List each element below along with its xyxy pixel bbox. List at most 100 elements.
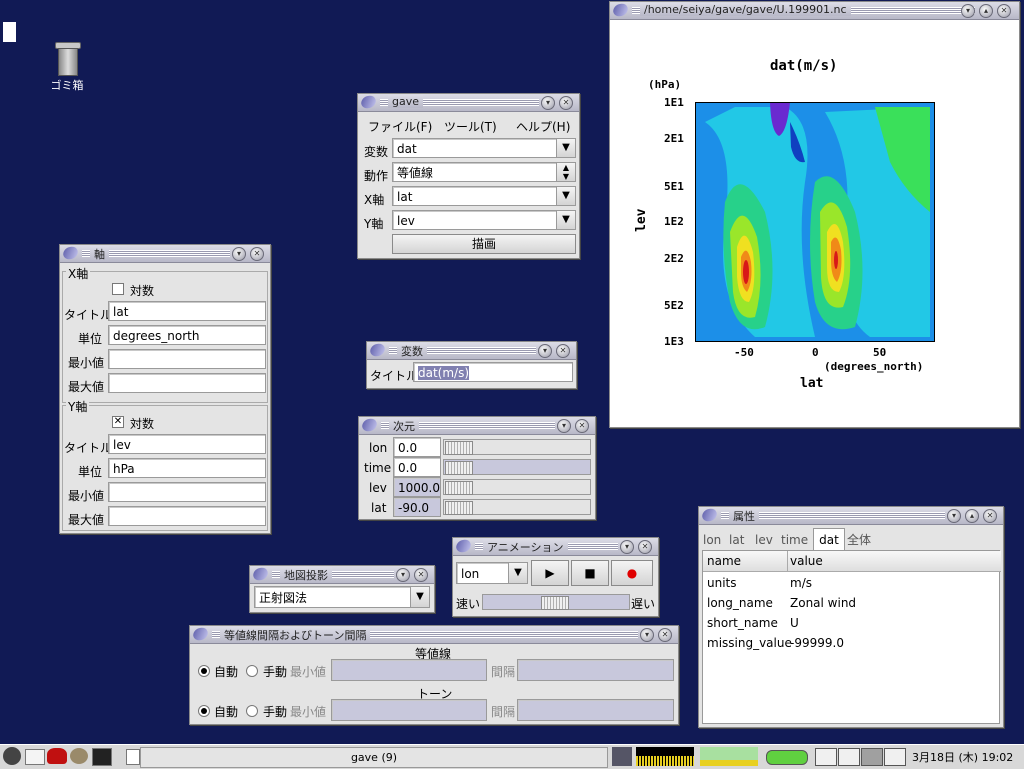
minimize-icon[interactable]: ▾ [620, 540, 634, 554]
monitor-icon[interactable] [612, 747, 632, 766]
draw-button[interactable]: 描画 [392, 234, 576, 254]
variable-titlebar[interactable]: 変数 ▾ ✕ [367, 341, 576, 360]
dimension-titlebar[interactable]: 次元 ▾ ✕ [359, 416, 595, 435]
dim-lon-slider[interactable] [443, 439, 591, 455]
tab-time[interactable]: time [781, 531, 811, 549]
tone-manual-radio[interactable] [246, 705, 258, 717]
workspace-switcher[interactable] [815, 748, 906, 766]
x-title-input[interactable]: lat [108, 301, 266, 321]
dim-lon-input[interactable]: 0.0 [393, 437, 441, 457]
x-axis-select[interactable]: lat ▼ [392, 186, 576, 206]
y-log-checkbox[interactable]: ✕ [112, 416, 124, 428]
y-min-input[interactable] [108, 482, 266, 502]
x-min-input[interactable] [108, 349, 266, 369]
play-button[interactable]: ▶ [531, 560, 569, 586]
chevron-down-icon[interactable]: ▼ [556, 139, 575, 157]
table-row-value[interactable]: U [790, 616, 799, 630]
close-icon[interactable]: ✕ [250, 247, 264, 261]
chevron-down-icon[interactable]: ▼ [556, 187, 575, 205]
close-icon[interactable]: ✕ [414, 568, 428, 582]
tab-lat[interactable]: lat [729, 531, 751, 549]
mail-icon[interactable] [25, 749, 45, 765]
tab-dat[interactable]: dat [813, 528, 845, 551]
chevron-down-icon[interactable]: ▼ [508, 563, 527, 583]
minimize-icon[interactable]: ▾ [557, 419, 571, 433]
minimize-icon[interactable]: ▾ [232, 247, 246, 261]
chevron-down-icon[interactable]: ▼ [410, 587, 429, 607]
dim-time-slider[interactable] [443, 459, 591, 475]
tab-all[interactable]: 全体 [847, 531, 877, 549]
menu-tools[interactable]: ツール(T) [444, 118, 497, 135]
map-titlebar[interactable]: 地図投影 ▾ ✕ [250, 565, 434, 584]
animation-titlebar[interactable]: アニメーション ▾ ✕ [453, 537, 658, 556]
dim-time-input[interactable]: 0.0 [393, 457, 441, 477]
task-button-gave[interactable]: gave (9) [140, 747, 608, 768]
header-name[interactable]: name [703, 551, 788, 572]
projection-select[interactable]: 正射図法 ▼ [254, 586, 430, 608]
slider-thumb[interactable] [445, 441, 473, 455]
variable-title-input[interactable]: dat(m/s) [413, 362, 573, 382]
window-menu-icon[interactable] [191, 625, 210, 643]
contour-manual-radio[interactable] [246, 665, 258, 677]
minimize-icon[interactable]: ▾ [541, 96, 555, 110]
speed-slider[interactable] [482, 594, 630, 610]
window-menu-icon[interactable] [368, 341, 387, 359]
gnome-foot-icon[interactable] [3, 747, 21, 765]
close-icon[interactable]: ✕ [575, 419, 589, 433]
table-row-value[interactable]: Zonal wind [790, 596, 856, 610]
y-unit-input[interactable]: hPa [108, 458, 266, 478]
close-icon[interactable]: ✕ [658, 628, 672, 642]
y-axis-select[interactable]: lev ▼ [392, 210, 576, 230]
y-max-input[interactable] [108, 506, 266, 526]
updown-icon[interactable]: ▲ ▼ [556, 163, 575, 181]
minimize-icon[interactable]: ▾ [947, 509, 961, 523]
maximize-icon[interactable]: ▴ [965, 509, 979, 523]
record-button[interactable]: ● [611, 560, 653, 586]
redhat-icon[interactable] [47, 748, 67, 764]
interval-titlebar[interactable]: 等値線間隔およびトーン間隔 ▾ ✕ [190, 625, 678, 644]
action-select[interactable]: 等値線 ▲ ▼ [392, 162, 576, 182]
stop-button[interactable]: ■ [571, 560, 609, 586]
minimize-icon[interactable]: ▾ [640, 628, 654, 642]
close-icon[interactable]: ✕ [559, 96, 573, 110]
maximize-icon[interactable]: ▴ [979, 4, 993, 18]
minimize-icon[interactable]: ▾ [961, 4, 975, 18]
window-menu-icon[interactable] [61, 244, 80, 262]
y-title-input[interactable]: lev [108, 434, 266, 454]
header-value[interactable]: value [788, 551, 1001, 572]
menu-help[interactable]: ヘルプ(H) [516, 118, 570, 135]
tone-auto-radio[interactable] [198, 705, 210, 717]
chevron-down-icon[interactable]: ▼ [556, 211, 575, 229]
x-unit-input[interactable]: degrees_north [108, 325, 266, 345]
terminal-icon[interactable] [92, 748, 112, 766]
slider-thumb[interactable] [541, 596, 569, 610]
attributes-titlebar[interactable]: 属性 ▾ ▴ ✕ [699, 506, 1003, 525]
tab-lon[interactable]: lon [703, 531, 727, 549]
minimize-icon[interactable]: ▾ [396, 568, 410, 582]
table-row-value[interactable]: m/s [790, 576, 812, 590]
gimp-icon[interactable] [70, 748, 88, 764]
window-menu-icon[interactable] [251, 565, 270, 583]
close-icon[interactable]: ✕ [556, 344, 570, 358]
close-icon[interactable]: ✕ [997, 4, 1011, 18]
contour-auto-radio[interactable] [198, 665, 210, 677]
close-icon[interactable]: ✕ [983, 509, 997, 523]
trash-desktop-icon[interactable]: ゴミ箱 [44, 40, 90, 100]
window-menu-icon[interactable] [611, 1, 630, 19]
table-row-name[interactable]: missing_value [707, 636, 792, 650]
window-menu-icon[interactable] [700, 506, 719, 524]
variable-select[interactable]: dat ▼ [392, 138, 576, 158]
axis-titlebar[interactable]: 軸 ▾ ✕ [60, 244, 270, 263]
gave-titlebar[interactable]: gave ▾ ✕ [358, 93, 579, 112]
clock[interactable]: 3月18日 (木) 19:02 [912, 749, 1013, 765]
minimize-icon[interactable]: ▾ [538, 344, 552, 358]
window-menu-icon[interactable] [454, 537, 473, 555]
window-menu-icon[interactable] [360, 416, 379, 434]
plot-window-titlebar[interactable]: /home/seiya/gave/gave/U.199901.nc ▾ ▴ ✕ [610, 1, 1019, 20]
tab-lev[interactable]: lev [755, 531, 777, 549]
table-row-name[interactable]: units [707, 576, 737, 590]
x-max-input[interactable] [108, 373, 266, 393]
table-row-value[interactable]: -99999.0 [790, 636, 844, 650]
menu-file[interactable]: ファイル(F) [368, 118, 432, 135]
close-icon[interactable]: ✕ [638, 540, 652, 554]
